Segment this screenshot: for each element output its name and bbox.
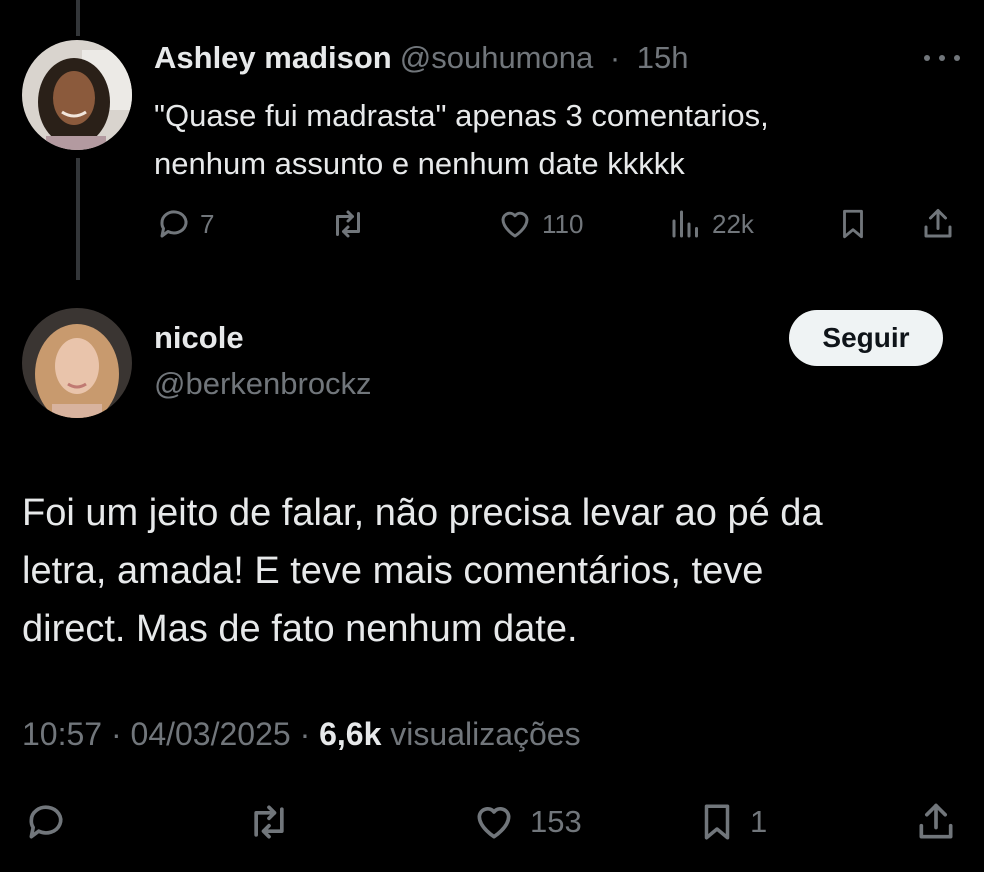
thread-line [76, 0, 80, 36]
views-label: visualizações [390, 716, 581, 752]
text-line: "Quase fui madrasta" apenas 3 comentario… [154, 98, 769, 133]
reply-to-text: "Quase fui madrasta" apenas 3 comentario… [154, 92, 944, 188]
retweet-button[interactable] [244, 800, 294, 844]
reply-button[interactable]: 7 [156, 206, 214, 242]
reply-count: 7 [200, 208, 215, 239]
tweet-detail-page: Ashley madison @souhumona · 15h "Quase fu… [0, 0, 984, 872]
like-button[interactable]: 153 [470, 800, 582, 844]
like-count: 110 [542, 208, 584, 239]
retweet-icon [336, 210, 360, 238]
more-icon[interactable] [922, 44, 962, 72]
like-button[interactable]: 110 [496, 206, 583, 242]
text-line: direct. Mas de fato nenhum date. [22, 608, 578, 650]
author-handle[interactable]: @berkenbrockz [154, 366, 372, 402]
post-date[interactable]: 04/03/2025 [131, 716, 291, 752]
bookmark-icon [704, 804, 730, 840]
text-line: letra, amada! E teve mais comentários, t… [22, 550, 764, 592]
separator-dot: · [601, 40, 629, 75]
share-icon [924, 209, 952, 238]
author-name[interactable]: Ashley madison @souhumona · 15h [154, 40, 689, 76]
separator-dot: · [102, 716, 131, 752]
share-button[interactable] [914, 800, 958, 844]
avatar[interactable] [22, 308, 132, 418]
views-button[interactable]: 22k [668, 206, 754, 242]
retweet-icon [254, 805, 284, 839]
avatar[interactable] [22, 40, 132, 150]
author-display-name[interactable]: nicole [154, 320, 244, 356]
bookmark-icon [843, 209, 863, 239]
reply-icon [160, 210, 188, 238]
bookmark-button[interactable]: 1 [696, 800, 767, 844]
bookmark-count: 1 [750, 804, 768, 839]
views-icon [672, 210, 698, 238]
thread-line [76, 158, 80, 280]
post-time[interactable]: 15h [637, 40, 689, 75]
author-display-name[interactable]: Ashley madison [154, 40, 392, 75]
view-count: 22k [712, 208, 754, 239]
like-count: 153 [530, 804, 582, 839]
share-button[interactable] [920, 206, 956, 242]
view-count[interactable]: 6,6k [319, 716, 381, 752]
text-line: nenhum assunto e nenhum date kkkkk [154, 146, 685, 181]
like-icon [477, 807, 511, 839]
text-line: Foi um jeito de falar, não precisa levar… [22, 492, 823, 534]
bookmark-button[interactable] [836, 206, 870, 242]
author-handle[interactable]: @souhumona [400, 40, 593, 75]
reply-button[interactable] [24, 800, 68, 844]
tweet-metadata: 10:57 · 04/03/2025 · 6,6k visualizações [22, 716, 581, 753]
like-icon [501, 211, 529, 238]
retweet-button[interactable] [328, 206, 368, 242]
share-icon [919, 803, 953, 839]
tweet-text: Foi um jeito de falar, não precisa levar… [22, 484, 952, 658]
reply-icon [29, 805, 63, 839]
follow-button[interactable]: Seguir [789, 310, 943, 366]
post-time[interactable]: 10:57 [22, 716, 102, 752]
separator-dot: · [290, 716, 320, 752]
